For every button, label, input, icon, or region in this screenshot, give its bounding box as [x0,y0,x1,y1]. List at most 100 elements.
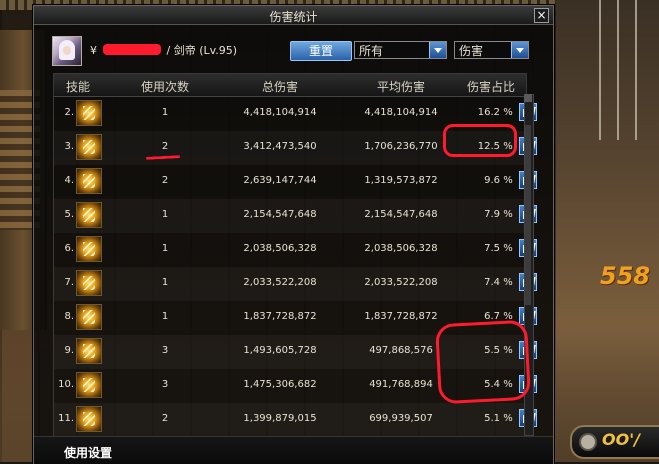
total-damage: 2,033,522,208 [243,277,317,288]
redacted-name [103,44,161,55]
use-count: 1 [161,209,169,220]
average-damage: 1,706,236,770 [364,141,438,152]
golden-burst-skill-icon [76,168,102,194]
spear-rack [590,0,650,140]
average-damage: 2,154,547,648 [364,209,438,220]
use-count: 2 [161,413,169,424]
golden-rain-skill-icon [76,338,102,364]
annotation-circle [443,124,517,157]
row-index: 5. [64,209,74,220]
filter-dropdown[interactable]: 所有 [354,41,447,59]
metric-dropdown[interactable]: 伤害 [454,41,529,59]
table-row[interactable]: 11. 2 1,399,879,015 699,939,507 5.1 % [54,403,537,437]
character-class: / 剑帝 [166,44,196,57]
percent-sign: % [503,413,513,424]
annotation-circle [434,319,532,405]
total-damage: 2,154,547,648 [243,209,317,220]
use-count: 2 [161,175,169,186]
use-count: 2 [161,141,169,152]
use-count: 1 [161,243,169,254]
average-damage: 699,939,507 [369,413,433,424]
gear-icon [579,433,597,451]
row-index: 4. [64,175,74,186]
crossed-blades-skill-icon [76,236,102,262]
row-index: 10. [58,379,74,390]
row-index: 2. [64,107,74,118]
total-damage: 1,399,879,015 [243,413,317,424]
table-row[interactable]: 4. 2 2,639,147,744 1,319,573,872 9.6 % [54,165,537,199]
percent-sign: % [503,209,513,220]
total-damage: 3,412,473,540 [243,141,317,152]
col-uses[interactable]: 使用次数 [140,78,190,95]
window-titlebar[interactable]: 伤害统计 × [34,6,553,25]
scrollbar-thumb[interactable] [525,125,531,305]
use-count: 3 [161,379,169,390]
filter-dropdown-value: 所有 [359,44,384,58]
total-damage: 2,038,506,328 [243,243,317,254]
total-damage: 4,418,104,914 [243,107,317,118]
golden-gear-skill-icon [76,406,102,432]
avatar-face [63,46,71,55]
use-count: 3 [161,345,169,356]
avatar [52,36,82,66]
damage-share: 16.2 [477,107,500,118]
row-index: 9. [64,345,74,356]
total-damage: 1,837,728,872 [243,311,317,322]
window-footer: 使用设置 [34,436,553,464]
golden-hand-skill-icon [76,270,102,296]
percent-sign: % [503,107,513,118]
damage-share: 7.4 [484,277,500,288]
total-damage: 1,493,605,728 [243,345,317,356]
window-title: 伤害统计 [269,10,318,24]
col-average[interactable]: 平均伤害 [346,78,456,95]
hud-badge[interactable]: OO'/ [570,425,659,459]
damage-share: 5.1 [484,413,500,424]
scroll-up-arrow-icon[interactable] [524,94,532,102]
damage-share: 7.5 [484,243,500,254]
col-total[interactable]: 总伤害 [220,78,340,95]
col-share[interactable]: 伤害占比 [456,78,526,95]
hud-badge-text: OO'/ [602,430,640,449]
row-index: 6. [64,243,74,254]
percent-sign: % [503,277,513,288]
golden-wave-skill-icon [76,304,102,330]
percent-sign: % [503,175,513,186]
use-count: 1 [161,277,169,288]
chevron-down-icon[interactable] [429,42,446,58]
usage-settings-button[interactable]: 使用设置 [64,444,112,461]
percent-sign: % [503,243,513,254]
character-name: ¥ / 剑帝 (Lv.95) [90,42,237,58]
use-count: 1 [161,107,169,118]
chevron-down-icon[interactable] [511,42,528,58]
damage-share: 7.9 [484,209,500,220]
character-level: (Lv.95) [199,44,238,57]
golden-fan-skill-icon [76,100,102,126]
row-index: 8. [64,311,74,322]
average-damage: 1,837,728,872 [364,311,438,322]
total-damage: 2,639,147,744 [243,175,317,186]
name-prefix: ¥ [90,44,97,57]
row-index: 3. [64,141,74,152]
reset-button[interactable]: 重置 [290,41,352,61]
use-count: 1 [161,311,169,322]
row-index: 11. [58,413,74,424]
damage-share: 9.6 [484,175,500,186]
average-damage: 1,319,573,872 [364,175,438,186]
golden-spiral-skill-icon [76,372,102,398]
average-damage: 2,038,506,328 [364,243,438,254]
golden-swirl-skill-icon [76,134,102,160]
col-skill[interactable]: 技能 [54,78,102,95]
table-row[interactable]: 6. 1 2,038,506,328 2,038,506,328 7.5 % [54,233,537,267]
average-damage: 2,033,522,208 [364,277,438,288]
golden-slash-skill-icon [76,202,102,228]
damage-number: 558 [600,262,651,290]
total-damage: 1,475,306,682 [243,379,317,390]
metric-dropdown-value: 伤害 [459,44,484,58]
table-row[interactable]: 7. 1 2,033,522,208 2,033,522,208 7.4 % [54,267,537,301]
table-row[interactable]: 5. 1 2,154,547,648 2,154,547,648 7.9 % [54,199,537,233]
close-button[interactable]: × [534,8,549,23]
row-index: 7. [64,277,74,288]
average-damage: 4,418,104,914 [364,107,438,118]
table-header: 技能 使用次数 总伤害 平均伤害 伤害占比 [54,74,526,97]
character-header: ¥ / 剑帝 (Lv.95) 重置 所有 伤害 [34,26,553,72]
